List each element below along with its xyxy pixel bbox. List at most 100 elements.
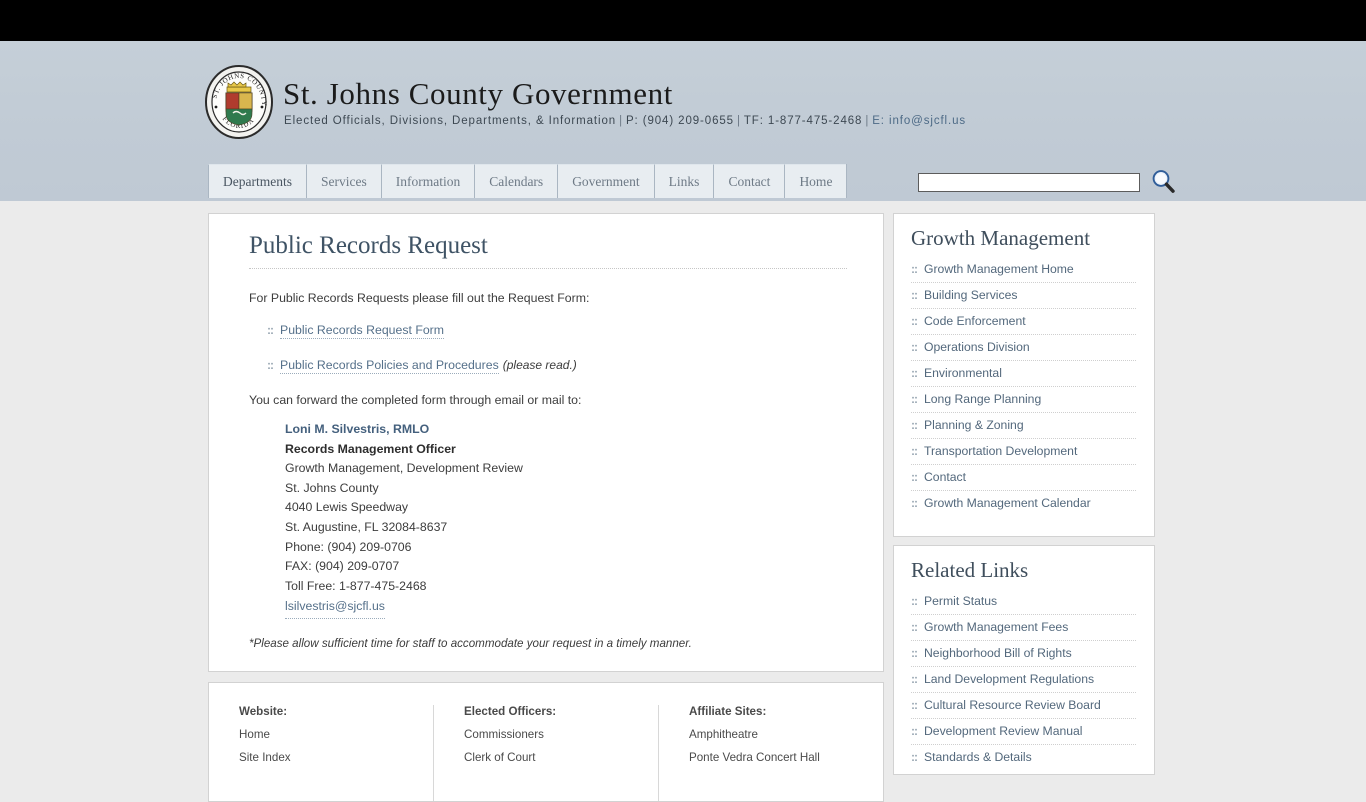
- sidebar-panel-related-links: Related Links :: Permit Status :: Growth M…: [893, 545, 1155, 775]
- sidebar-item-transportation-development[interactable]: :: Transportation Development: [911, 439, 1136, 465]
- tagline-description: Elected Officials, Divisions, Department…: [284, 115, 617, 127]
- sidebar-item-label[interactable]: Cultural Resource Review Board: [924, 698, 1101, 712]
- sidebar-item-development-review-manual[interactable]: :: Development Review Manual: [911, 719, 1136, 745]
- bullet-icon: ::: [267, 323, 274, 337]
- header-toll-free: TF: 1-877-475-2468: [743, 115, 863, 127]
- bullet-icon: ::: [911, 672, 918, 686]
- footer-link-home[interactable]: Home: [239, 728, 433, 741]
- sidebar-item-permit-status[interactable]: :: Permit Status: [911, 589, 1136, 615]
- sidebar-item-operations-division[interactable]: :: Operations Division: [911, 335, 1136, 361]
- bullet-icon: ::: [911, 646, 918, 660]
- sidebar-item-planning-and-zoning[interactable]: :: Planning & Zoning: [911, 413, 1136, 439]
- nav-item-calendars[interactable]: Calendars: [474, 164, 558, 198]
- search-input[interactable]: [918, 172, 1140, 192]
- sidebar-item-label[interactable]: Contact: [924, 470, 966, 484]
- contact-email-link[interactable]: lsilvestris@sjcfl.us: [285, 597, 385, 619]
- sidebar-item-label[interactable]: Building Services: [924, 288, 1017, 302]
- sidebar-item-label[interactable]: Neighborhood Bill of Rights: [924, 646, 1072, 660]
- sidebar-item-land-development-regulations[interactable]: :: Land Development Regulations: [911, 667, 1136, 693]
- nav-item-information[interactable]: Information: [380, 164, 475, 198]
- sidebar-item-building-services[interactable]: :: Building Services: [911, 283, 1136, 309]
- contact-phone: Phone: (904) 209-0706: [285, 539, 412, 554]
- sidebar-item-label[interactable]: Planning & Zoning: [924, 418, 1024, 432]
- header-phone: P: (904) 209-0655: [625, 115, 734, 127]
- page-title: Public Records Request: [249, 232, 847, 269]
- footer-column-website: Website: Home Site Index: [209, 705, 433, 801]
- nav-item-links[interactable]: Links: [653, 164, 714, 198]
- sidebar-item-contact[interactable]: :: Contact: [911, 465, 1136, 491]
- contact-division: Growth Management, Development Review: [285, 461, 523, 476]
- sidebar-panel-growth-management: Growth Management :: Growth Management Ho…: [893, 213, 1155, 537]
- site-title: St. Johns County Government: [283, 76, 673, 111]
- public-records-request-form-link[interactable]: Public Records Request Form: [280, 323, 445, 339]
- sidebar-list-related-links: :: Permit Status :: Growth Management Fees…: [911, 589, 1136, 770]
- nav-item-services[interactable]: Services: [305, 164, 381, 198]
- contact-county: St. Johns County: [285, 480, 379, 495]
- sidebar-item-neighborhood-bill-of-rights[interactable]: :: Neighborhood Bill of Rights: [911, 641, 1136, 667]
- sidebar-item-standards-and-details[interactable]: :: Standards & Details: [911, 745, 1136, 770]
- disclaimer-text: *Please allow sufficient time for staff …: [249, 636, 692, 650]
- tagline-separator-3: |: [865, 115, 870, 127]
- footer-heading: Website:: [239, 705, 288, 718]
- footer-link-ponte-vedra-concert-hall[interactable]: Ponte Vedra Concert Hall: [689, 751, 883, 764]
- footer-link-amphitheatre[interactable]: Amphitheatre: [689, 728, 883, 741]
- search-area: [918, 169, 1176, 195]
- public-records-policies-link[interactable]: Public Records Policies and Procedures: [280, 358, 499, 374]
- sidebar-item-label[interactable]: Growth Management Home: [924, 262, 1074, 276]
- bullet-icon: ::: [911, 418, 918, 432]
- search-icon[interactable]: [1150, 168, 1176, 194]
- footer-link-commissioners[interactable]: Commissioners: [464, 728, 658, 741]
- bullet-icon: ::: [911, 470, 918, 484]
- page-body: Public Records Request For Public Record…: [0, 201, 1366, 802]
- bullet-icon: ::: [911, 444, 918, 458]
- sidebar-item-label[interactable]: Land Development Regulations: [924, 672, 1094, 686]
- nav-item-departments[interactable]: Departments: [208, 164, 306, 198]
- sidebar-title-related-links: Related Links: [911, 558, 1029, 582]
- sidebar-item-label[interactable]: Permit Status: [924, 594, 997, 608]
- bullet-icon: ::: [267, 358, 274, 372]
- footer-heading: Elected Officers:: [464, 705, 557, 718]
- footer-link-site-index[interactable]: Site Index: [239, 751, 433, 764]
- footer-card: Website: Home Site Index Elected Officer…: [208, 682, 884, 802]
- sidebar-item-label[interactable]: Long Range Planning: [924, 392, 1041, 406]
- sidebar-item-environmental[interactable]: :: Environmental: [911, 361, 1136, 387]
- sidebar-item-label[interactable]: Transportation Development: [924, 444, 1077, 458]
- sidebar-item-long-range-planning[interactable]: :: Long Range Planning: [911, 387, 1136, 413]
- contact-role: Records Management Officer: [285, 441, 456, 456]
- tagline-separator-2: |: [736, 115, 741, 127]
- sidebar-list-growth-management: :: Growth Management Home :: Building Serv…: [911, 257, 1136, 516]
- county-seal-logo[interactable]: ST. JOHNS COUNTY FLORIDA: [203, 63, 275, 141]
- footer-link-clerk-of-court[interactable]: Clerk of Court: [464, 751, 658, 764]
- bullet-icon: ::: [911, 750, 918, 764]
- bullet-icon: ::: [911, 314, 918, 328]
- main-navigation: Departments Services Information Calenda…: [208, 164, 848, 198]
- sidebar-item-label[interactable]: Code Enforcement: [924, 314, 1026, 328]
- nav-item-government[interactable]: Government: [557, 164, 654, 198]
- sidebar-item-code-enforcement[interactable]: :: Code Enforcement: [911, 309, 1136, 335]
- header-email[interactable]: E: info@sjcfl.us: [872, 115, 966, 127]
- sidebar-item-growth-management-home[interactable]: :: Growth Management Home: [911, 257, 1136, 283]
- document-links-list: :: Public Records Request Form :: Public R…: [249, 323, 847, 374]
- bullet-icon: ::: [911, 594, 918, 608]
- list-item: :: Public Records Request Form: [267, 323, 847, 339]
- nav-item-home[interactable]: Home: [784, 164, 847, 198]
- bullet-icon: ::: [911, 392, 918, 406]
- sidebar-item-growth-management-fees[interactable]: :: Growth Management Fees: [911, 615, 1136, 641]
- nav-item-contact[interactable]: Contact: [713, 164, 785, 198]
- sidebar-item-growth-management-calendar[interactable]: :: Growth Management Calendar: [911, 491, 1136, 516]
- sidebar-item-label[interactable]: Operations Division: [924, 340, 1030, 354]
- sidebar-item-label[interactable]: Environmental: [924, 366, 1002, 380]
- footer-heading: Affiliate Sites:: [689, 705, 767, 718]
- sidebar-title-growth-management: Growth Management: [911, 226, 1091, 250]
- footer-column-affiliate-sites: Affiliate Sites: Amphitheatre Ponte Vedr…: [658, 705, 883, 801]
- sidebar-item-label[interactable]: Development Review Manual: [924, 724, 1083, 738]
- sidebar-item-label[interactable]: Growth Management Fees: [924, 620, 1068, 634]
- bullet-icon: ::: [911, 262, 918, 276]
- bullet-icon: ::: [911, 288, 918, 302]
- contact-city-state-zip: St. Augustine, FL 32084-8637: [285, 519, 448, 534]
- sidebar-item-label[interactable]: Growth Management Calendar: [924, 496, 1091, 510]
- sidebar-item-cultural-resource-review-board[interactable]: :: Cultural Resource Review Board: [911, 693, 1136, 719]
- contact-fax: FAX: (904) 209-0707: [285, 559, 400, 574]
- sidebar-item-label[interactable]: Standards & Details: [924, 750, 1032, 764]
- list-item: :: Public Records Policies and Procedures…: [267, 358, 847, 374]
